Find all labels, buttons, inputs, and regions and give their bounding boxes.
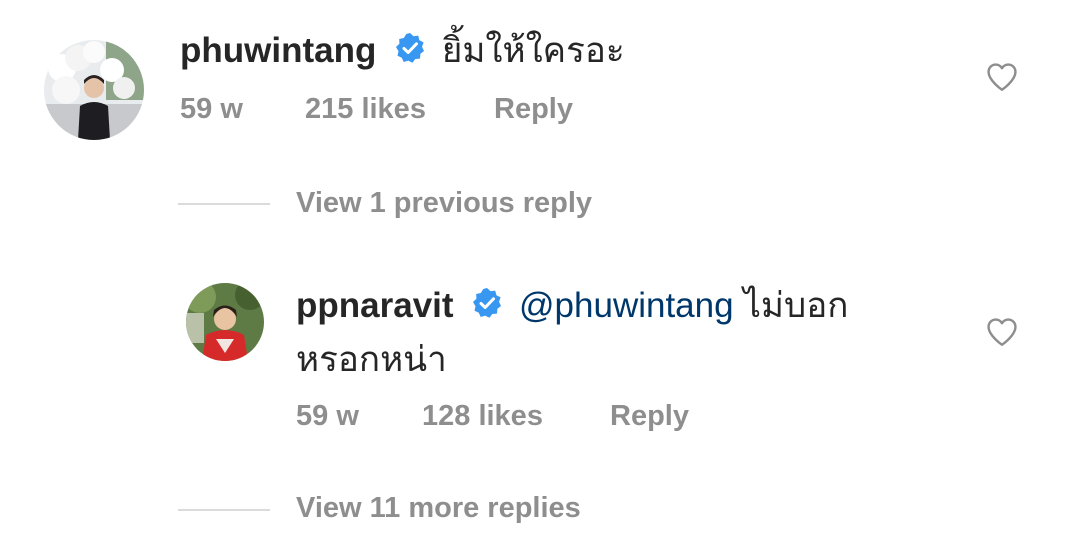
reply-timestamp: 59 w: [296, 400, 359, 432]
reply-mention-link[interactable]: @phuwintang: [519, 286, 734, 325]
comment-reply-button[interactable]: Reply: [494, 93, 573, 126]
view-previous-replies-button[interactable]: View 1 previous reply: [296, 187, 592, 220]
reply-text-line2: หรอกหน่า: [296, 340, 447, 379]
comment-body: phuwintang ยิ้มให้ใครอะ: [180, 24, 625, 80]
reply-body-continued: หรอกหน่า: [296, 333, 447, 387]
comment-timestamp: 59 w: [180, 93, 243, 125]
reply-likes[interactable]: 128 likes: [422, 400, 543, 433]
reply-text-line1: ไม่บอก: [733, 286, 849, 325]
reply-username[interactable]: ppnaravit: [296, 286, 454, 325]
verified-badge-icon: [471, 281, 503, 335]
reply-meta: 59 w 128 likes Reply: [296, 400, 796, 436]
comment-username[interactable]: phuwintang: [180, 31, 376, 70]
avatar-image: [186, 283, 264, 361]
comment-likes[interactable]: 215 likes: [305, 93, 426, 126]
avatar-ppnaravit[interactable]: [186, 283, 264, 361]
reply-body: ppnaravit @phuwintang ไม่บอก: [296, 279, 848, 335]
heart-outline-icon[interactable]: [985, 315, 1019, 349]
comment-text: ยิ้มให้ใครอะ: [441, 31, 625, 70]
reply-reply-button[interactable]: Reply: [610, 400, 689, 433]
avatar-phuwintang[interactable]: [44, 40, 144, 140]
thread-divider: [178, 203, 270, 205]
verified-badge-icon: [394, 26, 426, 80]
view-more-replies-button[interactable]: View 11 more replies: [296, 492, 581, 525]
comment-meta: 59 w 215 likes Reply: [180, 93, 680, 129]
heart-outline-icon[interactable]: [985, 60, 1019, 94]
avatar-image: [44, 40, 144, 140]
thread-divider: [178, 509, 270, 511]
